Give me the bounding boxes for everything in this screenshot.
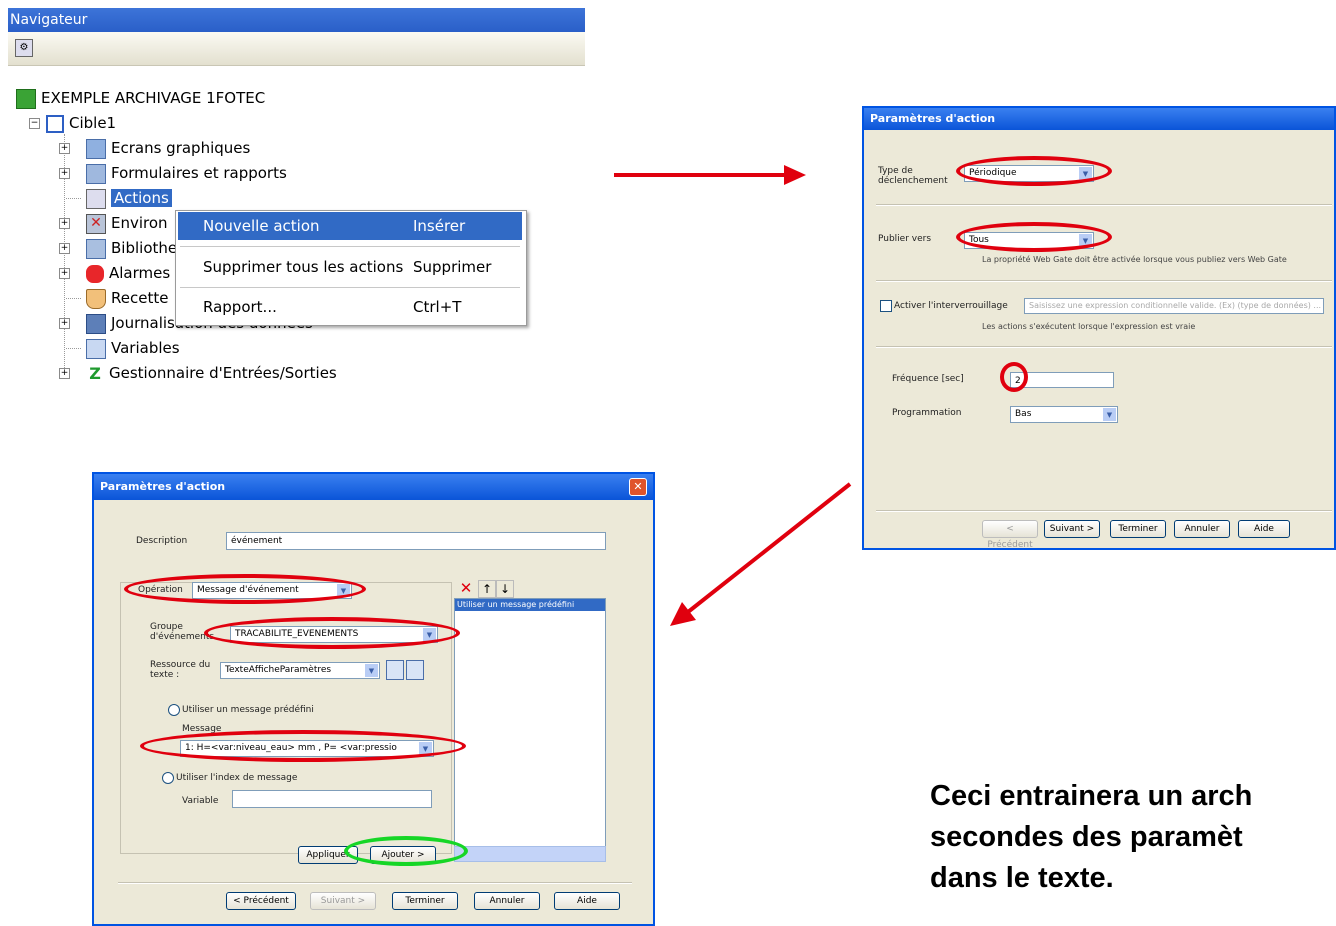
help-button[interactable]: Aide bbox=[1238, 520, 1290, 538]
arrow-right-head bbox=[784, 165, 806, 185]
event-group-select[interactable]: TRACABILITE_EVENEMENTS ▼ bbox=[230, 626, 438, 643]
programming-select[interactable]: Bas ▼ bbox=[1010, 406, 1118, 423]
publish-label: Publier vers bbox=[878, 234, 932, 244]
separator bbox=[876, 280, 1332, 282]
apply-button[interactable]: Appliquer bbox=[298, 846, 358, 864]
actions-list-item[interactable]: Utiliser un message prédéfini bbox=[455, 599, 605, 611]
actions-list[interactable]: Utiliser un message prédéfini bbox=[454, 598, 606, 848]
interlock-note: Les actions s'exécutent lorsque l'expres… bbox=[982, 322, 1196, 331]
chevron-down-icon: ▼ bbox=[1103, 408, 1116, 421]
event-group-label: Groupe d'événements bbox=[150, 622, 215, 642]
publish-note: La propriété Web Gate doit être activée … bbox=[982, 255, 1287, 264]
next-button[interactable]: Suivant > bbox=[310, 892, 376, 910]
use-predefined-radio[interactable] bbox=[168, 704, 180, 716]
previous-button[interactable]: < Précédent bbox=[226, 892, 296, 910]
publish-value: Tous bbox=[969, 235, 989, 245]
next-button[interactable]: Suivant > bbox=[1044, 520, 1100, 538]
text-resource-select[interactable]: TexteAfficheParamètres ▼ bbox=[220, 662, 380, 679]
operation-select[interactable]: Message d'événement ▼ bbox=[192, 582, 352, 599]
caption-line: dans le texte. bbox=[930, 862, 1114, 894]
browse-resource-icon[interactable] bbox=[406, 660, 424, 680]
chevron-down-icon: ▼ bbox=[1079, 167, 1092, 180]
frequency-value: 2 bbox=[1015, 376, 1021, 386]
move-up-icon[interactable]: ↑ bbox=[478, 580, 496, 598]
add-button[interactable]: Ajouter > bbox=[370, 846, 436, 864]
operation-label: Opération bbox=[138, 585, 183, 595]
interlock-placeholder: Saisissez une expression conditionnelle … bbox=[1029, 301, 1322, 310]
close-icon[interactable]: ✕ bbox=[629, 478, 647, 496]
previous-button[interactable]: < Précédent bbox=[982, 520, 1038, 550]
use-predefined-label: Utiliser un message prédéfini bbox=[182, 705, 314, 715]
cancel-button[interactable]: Annuler bbox=[474, 892, 540, 910]
dialog-title: Paramètres d'action bbox=[864, 108, 1334, 130]
arrow-down-left bbox=[686, 482, 852, 614]
separator bbox=[118, 882, 632, 884]
caption-text: Ceci entrainera un arch secondes des par… bbox=[930, 776, 1336, 899]
action-params-dialog-left: Paramètres d'action ✕ Description événem… bbox=[92, 472, 655, 926]
publish-select[interactable]: Tous ▼ bbox=[964, 232, 1094, 249]
interlock-expression-input[interactable]: Saisissez une expression conditionnelle … bbox=[1024, 298, 1324, 314]
chevron-down-icon: ▼ bbox=[419, 742, 432, 755]
use-index-label: Utiliser l'index de message bbox=[176, 773, 298, 783]
message-select[interactable]: 1: H=<var:niveau_eau> mm , P= <var:press… bbox=[180, 740, 434, 757]
caption-line: Ceci entrainera un arch bbox=[930, 780, 1253, 812]
message-value: 1: H=<var:niveau_eau> mm , P= <var:press… bbox=[185, 743, 397, 753]
trigger-type-select[interactable]: Périodique ▼ bbox=[964, 165, 1094, 182]
trigger-type-value: Périodique bbox=[969, 168, 1017, 178]
arrow-down-left-head bbox=[670, 602, 696, 626]
message-label: Message bbox=[182, 724, 222, 734]
programming-label: Programmation bbox=[892, 408, 962, 418]
trigger-type-label: Type de déclenchement bbox=[878, 166, 948, 186]
chevron-down-icon: ▼ bbox=[1079, 234, 1092, 247]
cancel-button[interactable]: Annuler bbox=[1174, 520, 1230, 538]
horizontal-scrollbar[interactable] bbox=[454, 846, 606, 862]
frequency-input[interactable]: 2 bbox=[1010, 372, 1114, 388]
finish-button[interactable]: Terminer bbox=[392, 892, 458, 910]
text-resource-label: Ressource du texte : bbox=[150, 660, 211, 680]
help-button[interactable]: Aide bbox=[554, 892, 620, 910]
delete-icon[interactable]: ✕ bbox=[458, 580, 474, 596]
move-down-icon[interactable]: ↓ bbox=[496, 580, 514, 598]
action-params-dialog-right: Paramètres d'action Type de déclenchemen… bbox=[862, 106, 1336, 550]
operation-value: Message d'événement bbox=[197, 585, 299, 595]
interlock-label: Activer l'interverrouillage bbox=[894, 301, 1008, 311]
dialog-title: Paramètres d'action bbox=[94, 474, 653, 500]
separator bbox=[876, 204, 1332, 206]
variable-input[interactable] bbox=[232, 790, 432, 808]
description-input[interactable]: événement bbox=[226, 532, 606, 550]
use-index-radio[interactable] bbox=[162, 772, 174, 784]
text-resource-value: TexteAfficheParamètres bbox=[225, 665, 332, 675]
event-group-value: TRACABILITE_EVENEMENTS bbox=[235, 629, 359, 639]
description-value: événement bbox=[231, 536, 283, 546]
separator bbox=[876, 510, 1332, 512]
chevron-down-icon: ▼ bbox=[337, 584, 350, 597]
edit-resource-icon[interactable] bbox=[386, 660, 404, 680]
programming-value: Bas bbox=[1015, 409, 1032, 419]
separator bbox=[876, 346, 1332, 348]
description-label: Description bbox=[136, 536, 188, 546]
interlock-checkbox[interactable] bbox=[880, 300, 892, 312]
frequency-label: Fréquence [sec] bbox=[892, 374, 964, 384]
caption-line: secondes des paramèt bbox=[930, 821, 1243, 853]
variable-label: Variable bbox=[182, 796, 219, 806]
finish-button[interactable]: Terminer bbox=[1110, 520, 1166, 538]
chevron-down-icon: ▼ bbox=[423, 628, 436, 641]
chevron-down-icon: ▼ bbox=[365, 664, 378, 677]
